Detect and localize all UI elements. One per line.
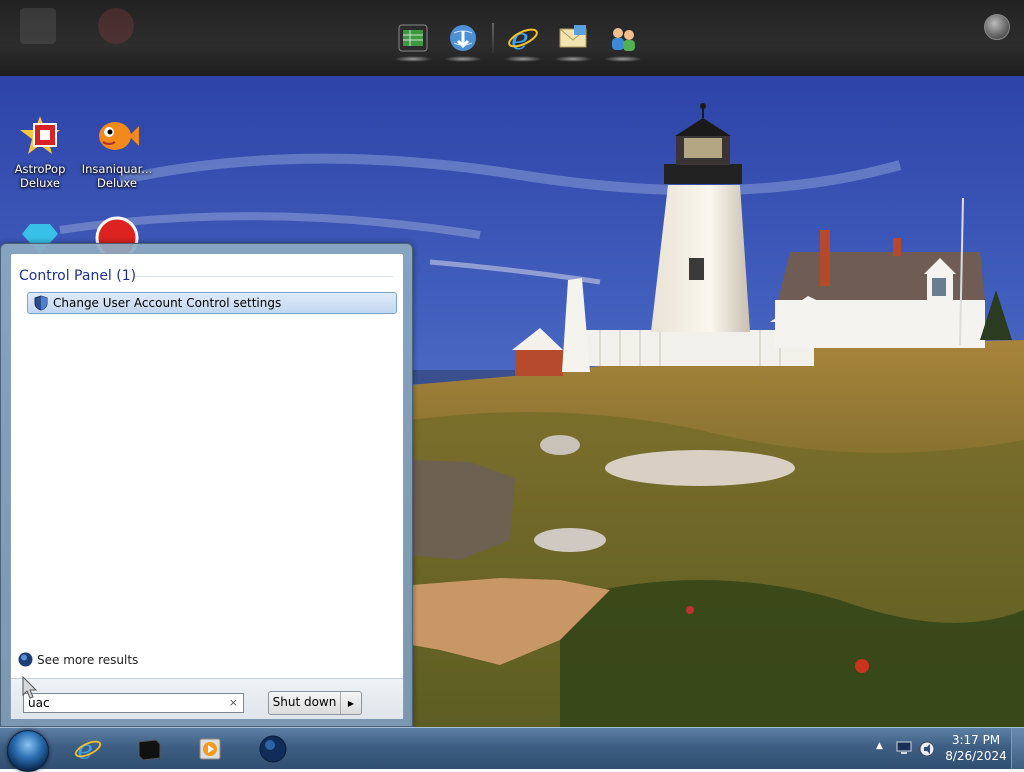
network-icon[interactable] [896,741,912,755]
internet-explorer-icon[interactable]: e [63,731,113,766]
faded-desktop-icon [94,4,144,64]
section-divider [135,276,393,277]
clock-date: 8/26/2024 [945,749,1007,763]
desktop-icon-label: Deluxe [97,176,137,190]
volume-icon[interactable] [919,741,935,757]
clock[interactable]: 3:17 PM 8/26/2024 [944,732,1008,764]
mouse-cursor-icon [22,676,38,699]
show-desktop-button[interactable] [1011,728,1024,769]
fish-icon [93,112,141,160]
search-results-pane: Control Panel (1) Change User Account Co… [10,253,404,719]
shutdown-button[interactable]: Shut down ▶ [268,691,362,715]
start-button[interactable] [7,730,49,772]
desktop-icon-astropop[interactable]: AstroPop Deluxe [1,112,79,190]
people-icon[interactable] [598,16,648,62]
system-tray: ▲ 3:17 PM 8/26/2024 [864,728,1024,769]
see-more-results-label: See more results [37,652,139,667]
globe-icon[interactable] [248,731,298,766]
dark-tile-icon[interactable] [124,731,174,766]
desktop-icon-label: AstroPop [14,162,66,176]
globe-download-icon[interactable] [438,16,488,62]
internet-explorer-icon[interactable]: e [498,16,548,62]
taskbar: e ▲ 3:17 PM 8/26/2024 [0,727,1024,772]
see-more-results-link[interactable]: See more results [18,652,138,667]
start-menu: Control Panel (1) Change User Account Co… [0,243,413,727]
dock-bar: e [388,16,648,62]
uac-shield-icon [34,295,48,311]
clear-search-icon[interactable]: × [229,695,238,711]
top-dock: e [0,0,1024,76]
search-box[interactable]: × [23,693,244,713]
svg-text:e: e [511,22,529,55]
astropop-icon [16,112,64,160]
uac-result-label: Change User Account Control settings [53,296,282,310]
media-player-icon[interactable] [185,731,235,766]
faded-desktop-icon [16,4,66,64]
dock-separator [492,23,494,53]
search-globe-icon [18,652,33,667]
desktop-icon-label: Deluxe [20,176,60,190]
search-input[interactable] [28,695,218,711]
mail-icon[interactable] [548,16,598,62]
dock-menu-button[interactable] [984,14,1010,40]
shutdown-label: Shut down [272,695,337,709]
desktop-icon-label: Insaniquar... [81,162,153,176]
svg-text:e: e [77,734,93,763]
control-panel-section-header: Control Panel (1) [19,268,137,284]
desktop-icon-insaniquarium[interactable]: Insaniquar... Deluxe [78,112,156,190]
show-hidden-icons-icon[interactable]: ▲ [876,741,883,751]
clock-time: 3:17 PM [951,733,1001,747]
search-bar-area: × Shut down ▶ [11,678,403,719]
spreadsheet-icon[interactable] [388,16,438,62]
shutdown-options-arrow-icon[interactable]: ▶ [340,692,361,714]
uac-settings-result[interactable]: Change User Account Control settings [27,292,397,314]
